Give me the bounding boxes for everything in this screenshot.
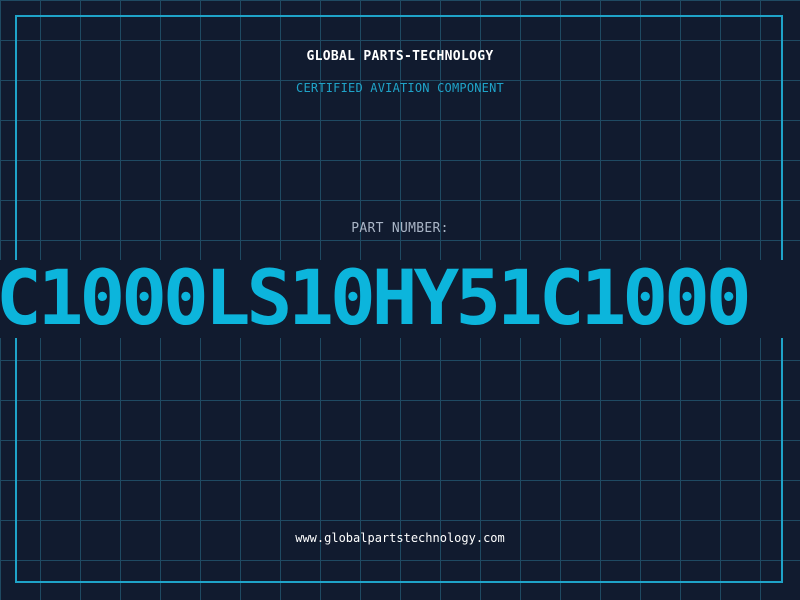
website-url: www.globalpartstechnology.com [295, 531, 505, 545]
part-label-card: GLOBAL PARTS-TECHNOLOGY CERTIFIED AVIATI… [0, 0, 800, 600]
part-number-label: PART NUMBER: [351, 221, 449, 236]
part-number-value: C1000LS10HY51C1000 [0, 253, 752, 342]
certification-subtitle: CERTIFIED AVIATION COMPONENT [296, 81, 504, 95]
company-name: GLOBAL PARTS-TECHNOLOGY [306, 49, 494, 64]
